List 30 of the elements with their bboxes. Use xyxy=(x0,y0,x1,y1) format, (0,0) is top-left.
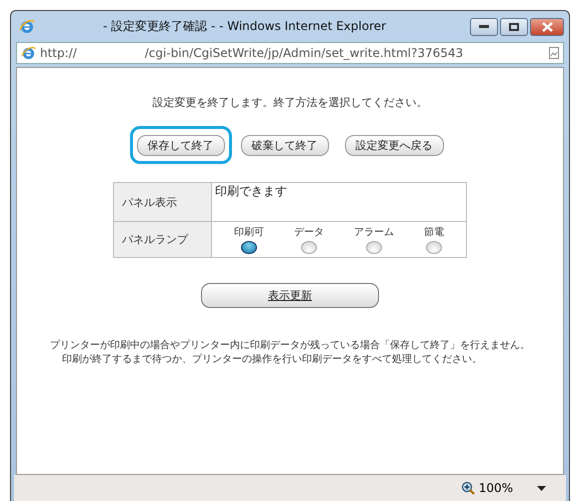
page-icon xyxy=(549,47,559,59)
maximize-icon xyxy=(509,22,519,30)
close-icon xyxy=(542,22,552,32)
zoom-level[interactable]: 100% xyxy=(478,481,513,495)
action-button[interactable]: 破棄して終了 xyxy=(240,135,328,156)
window-title: - 設定変更終了確認 - - Windows Internet Explorer xyxy=(103,18,388,35)
refresh-button[interactable]: 表示更新 xyxy=(201,283,379,308)
minimize-button[interactable] xyxy=(470,18,498,36)
dropdown-caret-icon[interactable] xyxy=(537,486,546,490)
url-path: /cgi-bin/CgiSetWrite/jp/Admin/set_write.html?376543 xyxy=(144,46,464,60)
browser-logo-icon xyxy=(21,46,36,60)
note-text: プリンターが印刷中の場合やプリンター内に印刷データが残っている場合「保存して終了」を行えません。 xyxy=(50,338,530,352)
address-field[interactable]: http:// /cgi-bin/CgiSetWrite/jp/Admin/set_write.html?376543 xyxy=(16,42,564,64)
url-scheme: http:// xyxy=(40,46,77,60)
row-header: パネルランプ xyxy=(114,222,212,258)
note-text: 印刷が終了するまで待つか、プリンターの操作を行い印刷データをすべて処理してください。 xyxy=(61,352,483,366)
maximize-button[interactable] xyxy=(500,18,528,36)
close-button[interactable] xyxy=(530,18,564,36)
lamp-label: 節電 xyxy=(424,226,444,239)
zoom-icon xyxy=(460,481,475,495)
panel-display-text: 印刷できます xyxy=(212,182,466,222)
row-header: パネル表示 xyxy=(114,182,212,222)
action-button[interactable]: 設定変更へ戻る xyxy=(344,135,444,156)
action-button[interactable]: 保存して終了 xyxy=(136,135,224,156)
lamp-label: データ xyxy=(294,226,324,239)
lamp-label: アラーム xyxy=(354,226,394,239)
minimize-icon xyxy=(479,24,489,28)
lamp-label: 印刷可 xyxy=(234,226,264,239)
instruction-text: 設定変更を終了します。終了方法を選択してください。 xyxy=(152,95,428,110)
browser-logo-icon xyxy=(19,18,35,34)
